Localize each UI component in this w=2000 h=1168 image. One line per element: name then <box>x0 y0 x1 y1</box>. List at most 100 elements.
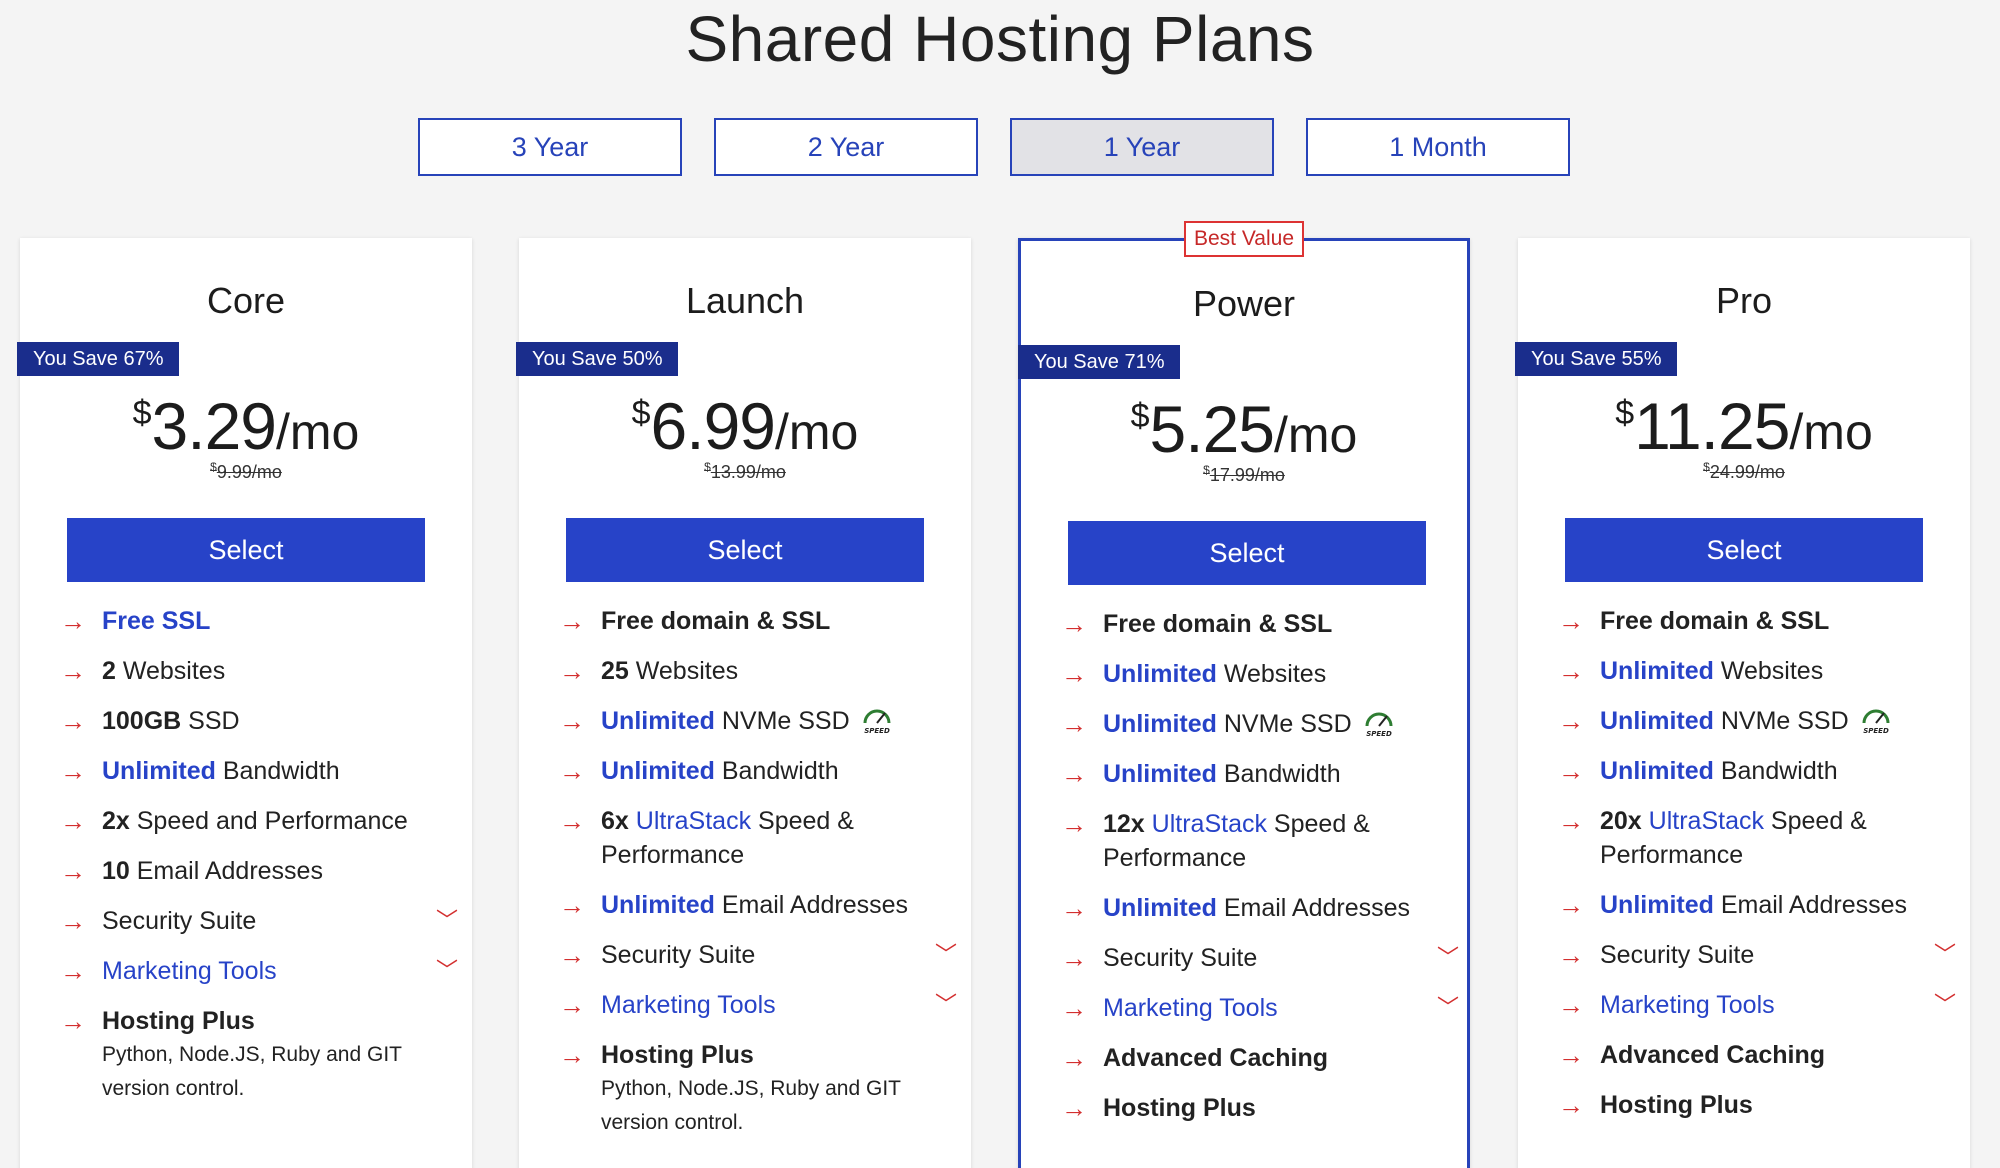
feature-text: Speed and Performance <box>129 807 408 835</box>
arrow-right-icon: → <box>60 756 86 786</box>
feature-highlight: 100GB <box>102 707 182 735</box>
arrow-right-icon: → <box>559 806 585 836</box>
arrow-right-icon: → <box>559 940 585 970</box>
feature-item: → 2x Speed and Performance <box>60 804 450 838</box>
savings-badge: You Save 67% <box>17 342 180 376</box>
plan-card-core: Core You Save 67% $3.29/mo $9.99/mo Select… <box>17 238 472 1168</box>
chevron-down-icon[interactable]: ﹀ <box>1934 938 1956 972</box>
feature-text: Bandwidth <box>215 757 340 785</box>
feature-text: SSD <box>181 707 240 735</box>
feature-item[interactable]: → Security Suite ﹀ <box>559 938 957 972</box>
feature-item[interactable]: → Security Suite ﹀ <box>60 904 458 938</box>
feature-item[interactable]: → Marketing Tools ﹀ <box>60 954 458 988</box>
feature-item: → 2 Websites <box>60 654 450 688</box>
feature-highlight-blue: Unlimited <box>601 757 715 785</box>
plan-card-launch: Launch You Save 50% $6.99/mo $13.99/mo Sel… <box>516 238 971 1168</box>
feature-list: → Free domain & SSL → Unlimited Websites → Un… <box>1558 604 1956 1138</box>
chevron-down-icon[interactable]: ﹀ <box>935 988 957 1022</box>
old-currency-symbol: $ <box>1703 460 1710 474</box>
feature-text: Websites <box>115 657 226 685</box>
chevron-down-icon[interactable]: ﹀ <box>436 904 458 938</box>
feature-link[interactable]: Marketing Tools <box>1103 994 1278 1022</box>
feature-item[interactable]: → Security Suite ﹀ <box>1061 941 1459 975</box>
arrow-right-icon: → <box>1558 756 1584 786</box>
select-button[interactable]: Select <box>566 518 924 582</box>
chevron-down-icon[interactable]: ﹀ <box>436 954 458 988</box>
savings-badge: You Save 50% <box>516 342 679 376</box>
feature-item[interactable]: → Security Suite ﹀ <box>1558 938 1956 972</box>
feature-item: → Unlimited NVMe SSD SPEED <box>1061 707 1451 741</box>
feature-highlight: 2x <box>102 807 130 835</box>
plan-card-pro: Pro You Save 55% $11.25/mo $24.99/mo Selec… <box>1515 238 1970 1168</box>
feature-highlight: Hosting Plus <box>102 1007 255 1035</box>
feature-text: Email Addresses <box>129 857 323 885</box>
select-button[interactable]: Select <box>1068 521 1426 585</box>
feature-item: → 6x UltraStack Speed & Performance <box>559 804 949 872</box>
feature-highlight: Advanced Caching <box>1600 1041 1826 1069</box>
price-period: /mo <box>1274 407 1358 463</box>
arrow-right-icon: → <box>1061 1093 1087 1123</box>
feature-highlight-blue: Unlimited <box>1600 891 1714 919</box>
tab-1-month[interactable]: 1 Month <box>1306 118 1570 176</box>
feature-item: → 100GB SSD <box>60 704 450 738</box>
feature-link[interactable]: UltraStack <box>1642 807 1764 835</box>
feature-highlight-blue: Unlimited <box>601 891 715 919</box>
arrow-right-icon: → <box>1061 809 1087 839</box>
plan-name: Pro <box>1715 280 1773 321</box>
price-period: /mo <box>775 404 859 460</box>
select-button[interactable]: Select <box>1565 518 1923 582</box>
plan-name: Power <box>1192 283 1296 324</box>
arrow-right-icon: → <box>60 606 86 636</box>
feature-item[interactable]: → Marketing Tools ﹀ <box>559 988 957 1022</box>
chevron-down-icon[interactable]: ﹀ <box>935 938 957 972</box>
chevron-down-icon[interactable]: ﹀ <box>1934 988 1956 1022</box>
feature-link[interactable]: Marketing Tools <box>601 991 776 1019</box>
price-period: /mo <box>276 404 360 460</box>
arrow-right-icon: → <box>1061 609 1087 639</box>
feature-text: NVMe SSD <box>1216 710 1352 738</box>
price: $5.25/mo <box>1021 391 1467 467</box>
old-price-value: 24.99/mo <box>1709 462 1785 482</box>
tab-1-year[interactable]: 1 Year <box>1010 118 1274 176</box>
feature-highlight: Free domain & SSL <box>1600 607 1830 635</box>
feature-highlight-blue: Unlimited <box>1103 760 1217 788</box>
feature-list: → Free domain & SSL → Unlimited Websites → Un… <box>1061 607 1459 1141</box>
select-button[interactable]: Select <box>67 518 425 582</box>
feature-link[interactable]: UltraStack <box>629 807 751 835</box>
feature-link[interactable]: Marketing Tools <box>102 957 277 985</box>
feature-text: NVMe SSD <box>714 707 850 735</box>
feature-item: → Free SSL <box>60 604 450 638</box>
tab-3-year[interactable]: 3 Year <box>418 118 682 176</box>
arrow-right-icon: → <box>60 656 86 686</box>
original-price: $13.99/mo <box>519 460 971 483</box>
feature-item: → Advanced Caching <box>1061 1041 1451 1075</box>
arrow-right-icon: → <box>1558 706 1584 736</box>
feature-link[interactable]: Marketing Tools <box>1600 991 1775 1019</box>
price-amount: 5.25 <box>1149 392 1275 466</box>
feature-highlight: 6x <box>601 807 629 835</box>
arrow-right-icon: → <box>1061 709 1087 739</box>
speed-badge-icon: SPEED <box>863 709 891 734</box>
feature-item: → Unlimited NVMe SSD SPEED <box>559 704 949 738</box>
feature-item: → Unlimited Websites <box>1558 654 1948 688</box>
feature-item: → 10 Email Addresses <box>60 854 450 888</box>
feature-text: Bandwidth <box>714 757 839 785</box>
feature-highlight: Free domain & SSL <box>601 607 831 635</box>
feature-item[interactable]: → Marketing Tools ﹀ <box>1558 988 1956 1022</box>
feature-item: → Unlimited Email Addresses <box>1061 891 1451 925</box>
chevron-down-icon[interactable]: ﹀ <box>1437 991 1459 1025</box>
tab-2-year[interactable]: 2 Year <box>714 118 978 176</box>
feature-text: Security Suite <box>601 941 756 969</box>
chevron-down-icon[interactable]: ﹀ <box>1437 941 1459 975</box>
currency-symbol: $ <box>1130 397 1150 435</box>
feature-highlight: Hosting Plus <box>601 1041 754 1069</box>
arrow-right-icon: → <box>1061 893 1087 923</box>
feature-text: Websites <box>1216 660 1327 688</box>
feature-highlight-blue: Unlimited <box>1600 657 1714 685</box>
savings-badge: You Save 71% <box>1018 345 1181 379</box>
feature-item[interactable]: → Marketing Tools ﹀ <box>1061 991 1459 1025</box>
arrow-right-icon: → <box>1558 1040 1584 1070</box>
speed-badge-icon: SPEED <box>1365 712 1393 737</box>
feature-item: → Advanced Caching <box>1558 1038 1948 1072</box>
feature-link[interactable]: UltraStack <box>1145 810 1267 838</box>
